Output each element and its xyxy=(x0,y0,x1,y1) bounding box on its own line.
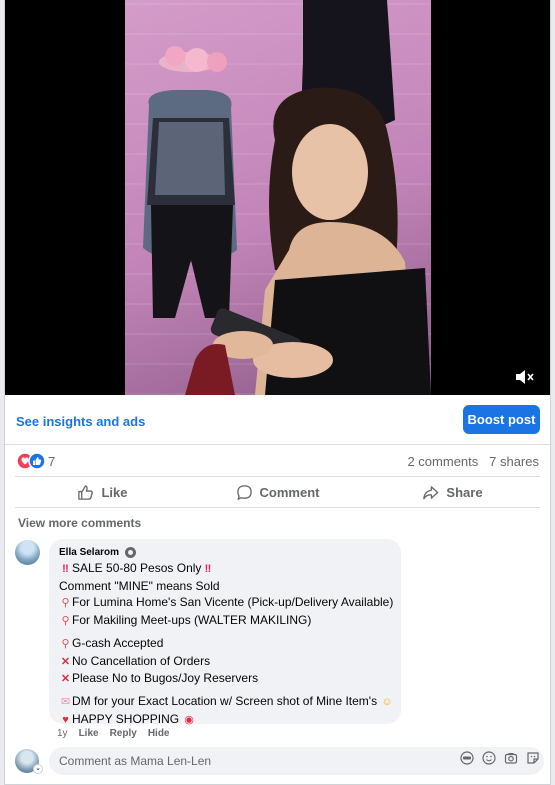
chevron-down-icon[interactable]: ⌄ xyxy=(33,764,43,774)
like-label: Like xyxy=(101,484,128,500)
post-video[interactable] xyxy=(5,0,550,395)
hugging-face-icon: ☺ xyxy=(381,695,393,708)
emoji-icon[interactable] xyxy=(482,751,496,765)
pin-icon: ⚲ xyxy=(61,615,70,628)
share-label: Share xyxy=(446,484,483,500)
comment-time[interactable]: 1y xyxy=(57,728,68,739)
post-promo-row: See insights and ads Boost post xyxy=(5,395,550,445)
avatar[interactable] xyxy=(15,540,40,565)
cross-mark-icon: ✕ xyxy=(60,673,71,686)
camera-icon[interactable] xyxy=(504,751,518,765)
boost-post-button[interactable]: Boost post xyxy=(463,405,540,434)
composer-tools xyxy=(460,751,540,765)
video-scene xyxy=(143,0,431,395)
comment-composer: ⌄ Comment as Mama Len-Len xyxy=(5,744,550,782)
comment-line: ‼ SALE 50-80 Pesos Only ‼ xyxy=(59,560,391,578)
see-insights-link[interactable]: See insights and ads xyxy=(16,414,145,429)
pin-icon: ⚲ xyxy=(61,637,70,650)
reactions-summary[interactable] xyxy=(16,452,46,470)
comment-line: ✕ No Cancellation of Orders xyxy=(59,653,391,671)
comment-icon xyxy=(236,484,252,500)
gif-icon[interactable] xyxy=(460,751,474,765)
comment-text: ‼ SALE 50-80 Pesos Only ‼ Comment "MINE" m… xyxy=(59,560,393,729)
comment-like-link[interactable]: Like xyxy=(79,728,99,739)
comment-line: ⚲ For Makiling Meet-ups (WALTER MAKILING) xyxy=(59,612,391,630)
view-more-comments-link[interactable]: View more comments xyxy=(18,516,141,530)
comments-count[interactable]: 2 comments xyxy=(407,454,478,469)
comment-meta: 1y Like Reply Hide xyxy=(57,728,169,739)
double-exclamation-icon: ‼ xyxy=(204,563,212,575)
shares-count[interactable]: 7 shares xyxy=(489,454,539,469)
thumbs-up-icon xyxy=(78,484,94,500)
comment-bubble: Ella Selarom ‼ SALE 50-80 Pesos Only ‼ Com… xyxy=(49,539,401,726)
post-card: See insights and ads Boost post 7 2 comm… xyxy=(4,0,551,785)
comment-author: Ella Selarom xyxy=(59,546,391,559)
comment-line: Comment "MINE" means Sold xyxy=(59,578,220,593)
pin-icon: ⚲ xyxy=(61,597,70,610)
comment-label: Comment xyxy=(259,484,320,500)
video-frame xyxy=(125,0,431,395)
kiss-mark-icon: ◉ xyxy=(184,713,194,726)
post-stats: 7 2 comments 7 shares xyxy=(5,446,550,476)
cross-mark-icon: ✕ xyxy=(60,655,71,668)
like-button[interactable]: Like xyxy=(15,477,190,507)
volume-muted-icon[interactable] xyxy=(514,368,534,386)
comment-line: ⚲ G-cash Accepted xyxy=(59,635,391,653)
comment-author-name[interactable]: Ella Selarom xyxy=(59,547,119,558)
heart-icon: ♥ xyxy=(62,713,69,726)
share-icon xyxy=(423,485,439,499)
comment-line: ⚲ For Lumina Home's San Vicente (Pick-up/… xyxy=(59,594,393,612)
reaction-count[interactable]: 7 xyxy=(48,454,55,469)
share-button[interactable]: Share xyxy=(365,477,540,507)
post-counts: 2 comments 7 shares xyxy=(407,454,539,469)
comment-button[interactable]: Comment xyxy=(190,477,365,507)
comment-line: ♥ HAPPY SHOPPING ◉ xyxy=(59,711,391,729)
badge-icon xyxy=(125,547,137,558)
comment-line: ✉ DM for your Exact Location w/ Screen sh… xyxy=(59,693,393,711)
post-actions: Like Comment Share xyxy=(15,476,540,508)
comment-hide-link[interactable]: Hide xyxy=(148,728,170,739)
double-exclamation-icon: ‼ xyxy=(62,563,69,575)
comment-line: ✕ Please No to Bugos/Joy Reservers xyxy=(59,670,391,688)
comment-reply-link[interactable]: Reply xyxy=(110,728,137,739)
love-letter-icon: ✉ xyxy=(60,695,71,708)
sticker-icon[interactable] xyxy=(526,751,540,765)
